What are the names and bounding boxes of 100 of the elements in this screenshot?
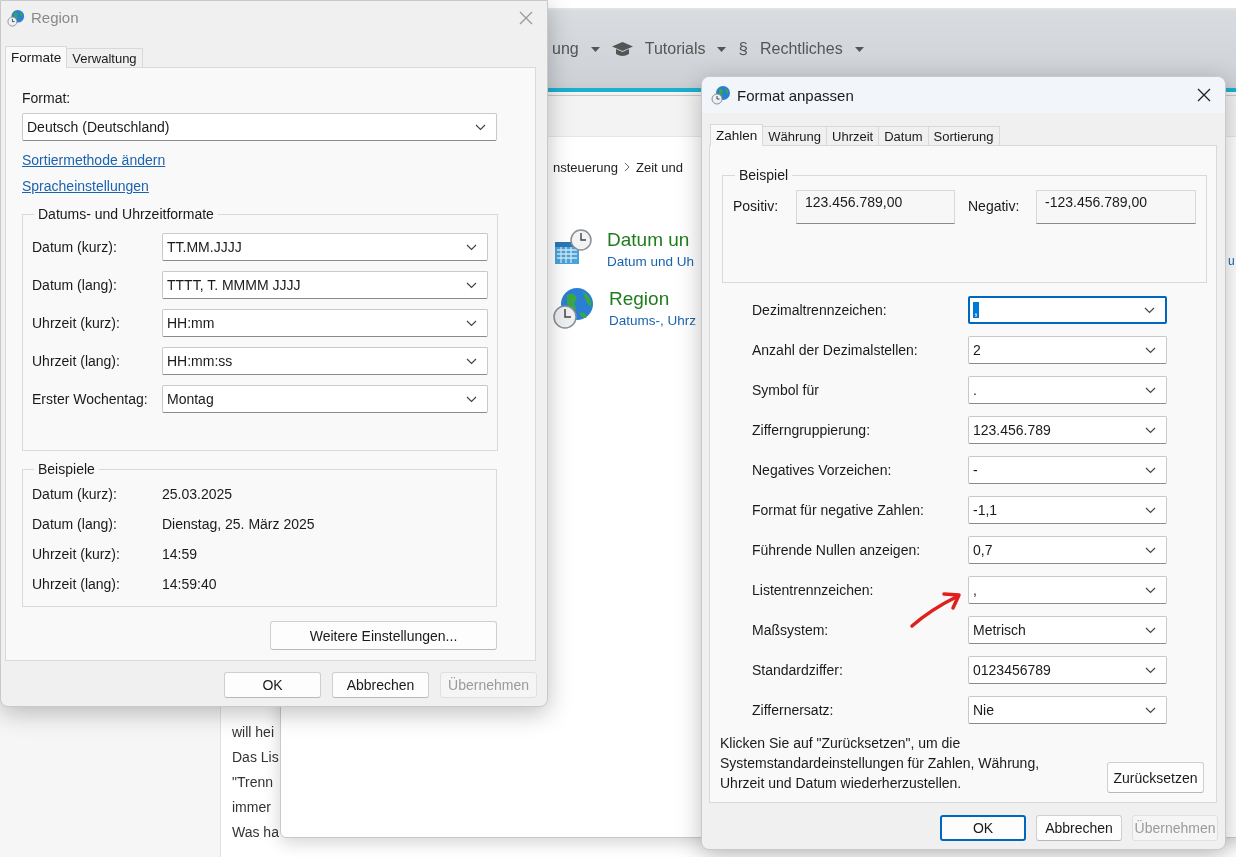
dialog-button[interactable]: OK bbox=[224, 672, 321, 698]
window-title: Region bbox=[31, 9, 80, 26]
nav-menu-item[interactable]: ung bbox=[552, 40, 579, 58]
sample-value: 123.456.789,00 bbox=[796, 190, 955, 224]
field-label: Format: bbox=[22, 89, 72, 108]
field-label: Negativ: bbox=[968, 198, 1021, 214]
chevron-down-icon bbox=[466, 319, 477, 327]
format-dropdown[interactable]: Montag bbox=[162, 385, 488, 413]
chevron-down-icon bbox=[475, 123, 486, 131]
nav-menu-item[interactable]: Rechtliches bbox=[759, 40, 843, 58]
chevron-down-icon bbox=[1144, 306, 1155, 314]
field-label: Maßsystem: bbox=[752, 621, 830, 640]
chevron-down-icon bbox=[466, 243, 477, 251]
format-dropdown[interactable]: . bbox=[968, 376, 1167, 404]
format-dropdown[interactable]: , bbox=[968, 296, 1167, 324]
article-text: immer bbox=[232, 798, 272, 817]
link[interactable]: Spracheinstellungen bbox=[22, 176, 149, 196]
field-label: Uhrzeit (kurz): bbox=[32, 314, 121, 333]
article-text: Das Lis bbox=[232, 748, 279, 767]
chevron-down-icon bbox=[1145, 426, 1156, 434]
format-dropdown[interactable]: 0,7 bbox=[968, 536, 1167, 564]
format-dropdown[interactable]: 0123456789 bbox=[968, 656, 1167, 684]
breadcrumb-item[interactable]: Zeit und bbox=[636, 159, 684, 175]
reset-button[interactable]: Zurücksetzen bbox=[1107, 762, 1204, 793]
format-dropdown[interactable]: TT.MM.JJJJ bbox=[162, 233, 488, 261]
format-dropdown[interactable]: 123.456.789 bbox=[968, 416, 1167, 444]
breadcrumb-item[interactable]: nsteuerung bbox=[553, 159, 619, 175]
chevron-down-icon bbox=[466, 281, 477, 289]
group-title: Beispiele bbox=[37, 460, 96, 478]
nav-menu-item[interactable]: Tutorials bbox=[644, 40, 706, 58]
field-label: Zifferngruppierung: bbox=[752, 421, 872, 440]
tab[interactable]: Formate bbox=[5, 46, 68, 68]
graduation-cap-icon bbox=[611, 41, 633, 57]
field-label: Positiv: bbox=[733, 198, 780, 214]
chevron-down-icon bbox=[1145, 626, 1156, 634]
example-value: 14:59:40 bbox=[162, 575, 218, 594]
field-label: Datum (kurz): bbox=[32, 485, 118, 504]
group-title: Datums- und Uhrzeitformate bbox=[37, 205, 215, 223]
more-settings-button[interactable]: Weitere Einstellungen... bbox=[270, 621, 497, 650]
article-text: will hei bbox=[232, 723, 275, 742]
close-icon[interactable] bbox=[1197, 88, 1211, 102]
tab[interactable]: Sortierung bbox=[927, 126, 1000, 145]
link[interactable]: u bbox=[1228, 254, 1235, 268]
field-label: Ziffernersatz: bbox=[752, 701, 835, 720]
globe-clock-icon bbox=[553, 287, 595, 329]
format-dropdown[interactable]: - bbox=[968, 456, 1167, 484]
globe-clock-icon bbox=[711, 85, 731, 105]
window-title: Format anpassen bbox=[737, 86, 855, 104]
chevron-down-icon bbox=[1145, 666, 1156, 674]
format-dropdown[interactable]: Metrisch bbox=[968, 616, 1167, 644]
field-label: Erster Wochentag: bbox=[32, 390, 149, 409]
format-dropdown[interactable]: Nie bbox=[968, 696, 1167, 724]
caret-icon bbox=[717, 46, 727, 52]
group-title: Beispiel bbox=[738, 166, 790, 184]
format-dropdown[interactable]: HH:mm bbox=[162, 309, 488, 337]
caret-icon bbox=[854, 46, 864, 52]
dialog-button[interactable]: Abbrechen bbox=[1036, 815, 1122, 841]
field-label: Dezimaltrennzeichen: bbox=[752, 301, 888, 320]
caret-icon bbox=[590, 46, 600, 52]
field-label: Uhrzeit (kurz): bbox=[32, 545, 121, 564]
category-title[interactable]: Datum un bbox=[607, 228, 695, 252]
chevron-down-icon bbox=[1145, 706, 1156, 714]
category-link[interactable]: Datums-, Uhrz bbox=[609, 311, 696, 331]
format-dropdown[interactable]: HH:mm:ss bbox=[162, 347, 488, 375]
format-dropdown[interactable]: Deutsch (Deutschland) bbox=[22, 113, 497, 141]
field-label: Anzahl der Dezimalstellen: bbox=[752, 341, 919, 360]
format-dropdown[interactable]: -1,1 bbox=[968, 496, 1167, 524]
field-label: Symbol für bbox=[752, 381, 820, 400]
field-label: Uhrzeit (lang): bbox=[32, 352, 121, 371]
category-link[interactable]: Datum und Uh bbox=[607, 252, 695, 272]
format-dropdown[interactable]: 2 bbox=[968, 336, 1167, 364]
section-sign: § bbox=[738, 39, 748, 59]
chevron-down-icon bbox=[1145, 586, 1156, 594]
field-label: Listentrennzeichen: bbox=[752, 581, 875, 600]
example-value: 14:59 bbox=[162, 545, 199, 564]
category-title[interactable]: Region bbox=[609, 287, 696, 311]
sample-value: -123.456.789,00 bbox=[1036, 190, 1196, 224]
chevron-right-icon bbox=[624, 162, 631, 172]
field-label: Führende Nullen anzeigen: bbox=[752, 541, 922, 560]
field-label: Datum (lang): bbox=[32, 515, 118, 534]
field-label: Standardziffer: bbox=[752, 661, 844, 680]
help-text: Klicken Sie auf "Zurücksetzen", um die Systemstandardeinstellungen für Zahlen, Währung, Uhrzeit und Datum wiederherzustellen. bbox=[720, 734, 1041, 793]
format-dropdown[interactable]: , bbox=[968, 576, 1167, 604]
field-label: Uhrzeit (lang): bbox=[32, 575, 121, 594]
field-label: Negatives Vorzeichen: bbox=[752, 461, 893, 480]
format-dropdown[interactable]: TTTT, T. MMMM JJJJ bbox=[162, 271, 488, 299]
chevron-down-icon bbox=[1145, 506, 1156, 514]
tab[interactable]: Währung bbox=[762, 126, 828, 145]
field-label: Datum (lang): bbox=[32, 276, 118, 295]
example-value: Dienstag, 25. März 2025 bbox=[162, 515, 316, 534]
link[interactable]: Sortiermethode ändern bbox=[22, 150, 166, 170]
field-label: Datum (kurz): bbox=[32, 238, 118, 257]
dialog-button[interactable]: OK bbox=[940, 815, 1026, 841]
article-text: Was ha bbox=[232, 823, 279, 842]
chevron-down-icon bbox=[1145, 546, 1156, 554]
tab[interactable]: Zahlen bbox=[710, 124, 764, 146]
chevron-down-icon bbox=[1145, 386, 1156, 394]
tab[interactable]: Verwaltung bbox=[66, 48, 143, 67]
chevron-down-icon bbox=[1145, 466, 1156, 474]
dialog-button[interactable]: Abbrechen bbox=[332, 672, 429, 698]
